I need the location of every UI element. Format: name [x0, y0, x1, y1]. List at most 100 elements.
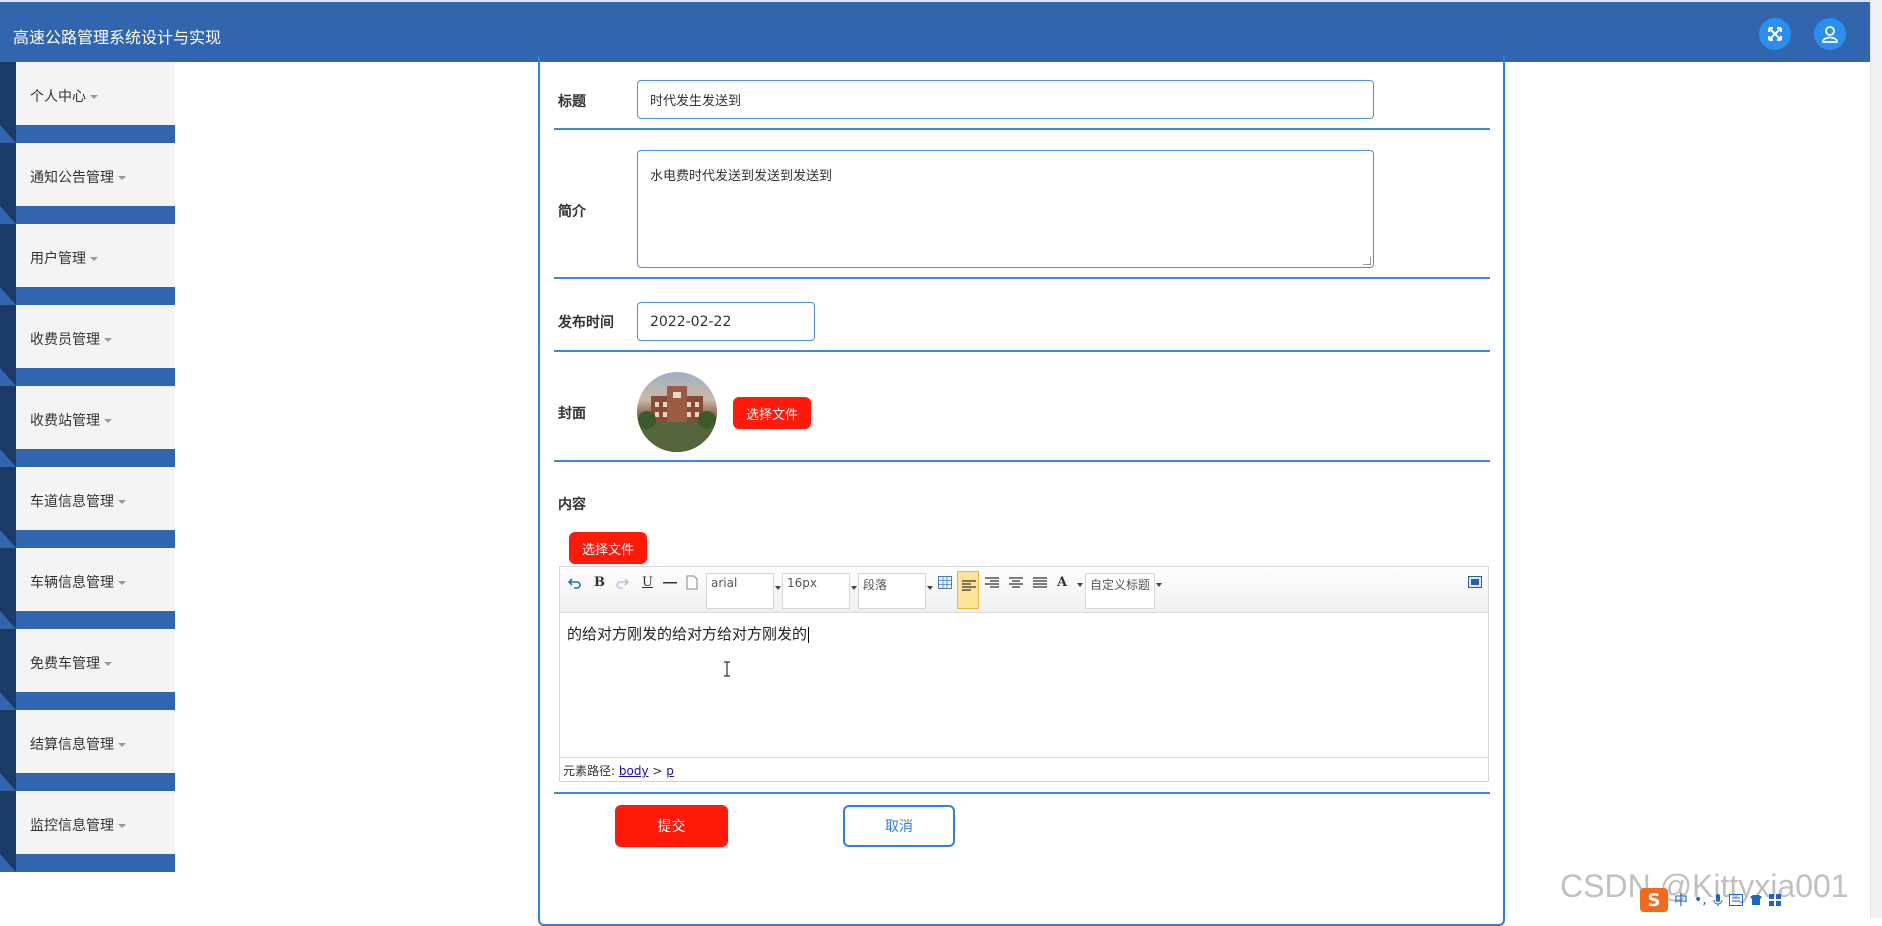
chevron-down-icon: [118, 824, 126, 828]
chevron-down-icon: [1156, 583, 1162, 587]
undo-icon[interactable]: [568, 576, 582, 590]
sidebar-item-settlement[interactable]: 结算信息管理: [0, 710, 175, 791]
sidebar-item-toll-collectors[interactable]: 收费员管理: [0, 305, 175, 386]
intro-textarea[interactable]: 水电费时代发送到发送到发送到: [637, 150, 1374, 268]
sidebar-item-label: 收费员管理: [30, 332, 100, 348]
title-input-value: 时代发生发送到: [650, 94, 742, 109]
underline-button[interactable]: U: [642, 575, 653, 590]
app-title: 高速公路管理系统设计与实现: [13, 28, 222, 47]
date-label: 发布时间: [558, 315, 614, 331]
sidebar-item-users[interactable]: 用户管理: [0, 224, 175, 305]
title-input[interactable]: 时代发生发送到: [637, 80, 1374, 119]
path-link-body[interactable]: body: [619, 764, 649, 778]
sidebar-item-notice[interactable]: 通知公告管理: [0, 143, 175, 224]
building-photo-icon: [637, 386, 717, 452]
chevron-down-icon: [90, 95, 98, 99]
grid-menu-icon[interactable]: [1768, 894, 1781, 906]
text-color-button[interactable]: A: [1057, 575, 1067, 590]
content-upload-button[interactable]: 选择文件: [569, 532, 647, 564]
divider: [554, 277, 1490, 279]
sidebar-item-label: 用户管理: [30, 251, 86, 267]
path-link-p[interactable]: p: [666, 764, 674, 778]
divider: [554, 128, 1490, 130]
title-label: 标题: [558, 94, 586, 110]
sidebar-item-label: 车道信息管理: [30, 494, 114, 510]
sidebar-item-lanes[interactable]: 车道信息管理: [0, 467, 175, 548]
fullscreen-button[interactable]: [1759, 18, 1791, 50]
paragraph-value: 段落: [863, 578, 888, 592]
table-icon[interactable]: [938, 576, 952, 589]
chevron-down-icon: [118, 176, 126, 180]
paragraph-select[interactable]: 段落: [858, 573, 933, 609]
sidebar-item-label: 通知公告管理: [30, 170, 114, 186]
sidebar-item-label: 监控信息管理: [30, 818, 114, 834]
align-right-icon[interactable]: [985, 577, 999, 589]
date-input[interactable]: 2022-02-22: [637, 302, 815, 341]
resize-handle-icon[interactable]: [1363, 257, 1371, 265]
sidebar-item-label: 收费站管理: [30, 413, 100, 429]
sidebar-item-free-vehicles[interactable]: 免费车管理: [0, 629, 175, 710]
chevron-down-icon: [118, 500, 126, 504]
sidebar-item-toll-stations[interactable]: 收费站管理: [0, 386, 175, 467]
text-cursor: [808, 626, 810, 643]
editor-statusbar: 元素路径: body > p: [560, 757, 1488, 781]
divider: [554, 460, 1490, 462]
chevron-down-icon: [1077, 583, 1083, 587]
skin-icon[interactable]: [1749, 894, 1763, 906]
custom-heading-select[interactable]: 自定义标题: [1085, 573, 1155, 609]
submit-button[interactable]: 提交: [615, 805, 728, 847]
ime-mode[interactable]: 中: [1674, 890, 1688, 910]
sidebar-item-label: 免费车管理: [30, 656, 100, 672]
horizontal-rule-icon[interactable]: [663, 581, 677, 585]
page-scrollbar[interactable]: [1870, 0, 1882, 918]
path-separator: >: [652, 764, 663, 778]
user-menu-button[interactable]: [1814, 18, 1846, 50]
sidebar-item-label: 个人中心: [30, 89, 86, 105]
sidebar-item-vehicles[interactable]: 车辆信息管理: [0, 548, 175, 629]
font-size-select[interactable]: 16px: [782, 573, 857, 609]
cover-image: [637, 372, 717, 452]
punctuation-icon[interactable]: •,: [1694, 892, 1707, 908]
intro-label: 简介: [558, 204, 586, 220]
cover-label: 封面: [558, 406, 586, 422]
user-icon: [1822, 26, 1838, 43]
font-size-value: 16px: [787, 576, 817, 590]
sogou-logo-icon[interactable]: S: [1640, 888, 1668, 912]
rich-text-editor: B U arial 16px 段落 A 自定义标题 的给对方刚发的给对方给对方刚…: [559, 566, 1489, 782]
cancel-button[interactable]: 取消: [843, 805, 955, 847]
keyboard-icon[interactable]: [1728, 894, 1743, 906]
align-left-button[interactable]: [957, 571, 979, 609]
align-justify-icon[interactable]: [1033, 577, 1047, 589]
redo-icon[interactable]: [615, 576, 629, 590]
cover-upload-button[interactable]: 选择文件: [733, 397, 811, 429]
chevron-down-icon: [927, 586, 933, 590]
chevron-down-icon: [118, 581, 126, 585]
content-label: 内容: [558, 497, 586, 513]
sidebar-item-label: 结算信息管理: [30, 737, 114, 753]
expand-icon: [1768, 27, 1782, 41]
align-left-icon: [962, 580, 976, 591]
editor-content-text: 的给对方刚发的给对方给对方刚发的: [567, 625, 808, 643]
chevron-down-icon: [851, 586, 857, 590]
editor-toolbar: B U arial 16px 段落 A 自定义标题: [560, 567, 1488, 613]
chevron-down-icon: [90, 257, 98, 261]
align-center-icon[interactable]: [1009, 577, 1023, 589]
sidebar-item-label: 车辆信息管理: [30, 575, 114, 591]
sidebar-item-personal-center[interactable]: 个人中心: [0, 62, 175, 143]
top-header: 高速公路管理系统设计与实现: [0, 0, 1870, 62]
fullscreen-editor-icon[interactable]: [1468, 576, 1482, 588]
editor-content-area[interactable]: 的给对方刚发的给对方给对方刚发的: [567, 623, 810, 644]
date-input-value: 2022-02-22: [650, 313, 732, 330]
i-beam-cursor-icon: [724, 661, 730, 677]
document-icon[interactable]: [686, 575, 698, 590]
microphone-icon[interactable]: [1713, 893, 1723, 907]
bold-button[interactable]: B: [594, 575, 605, 590]
sidebar-item-monitoring[interactable]: 监控信息管理: [0, 791, 175, 872]
chevron-down-icon: [104, 662, 112, 666]
chevron-down-icon: [104, 419, 112, 423]
font-family-select[interactable]: arial: [706, 573, 781, 609]
sidebar: 个人中心 通知公告管理 用户管理 收费员管理 收费站管理 车道信息管理 车辆信息…: [0, 62, 175, 872]
font-family-value: arial: [711, 576, 738, 590]
ime-toolbar: S 中 •,: [1640, 888, 1805, 912]
intro-textarea-value: 水电费时代发送到发送到发送到: [650, 169, 833, 184]
